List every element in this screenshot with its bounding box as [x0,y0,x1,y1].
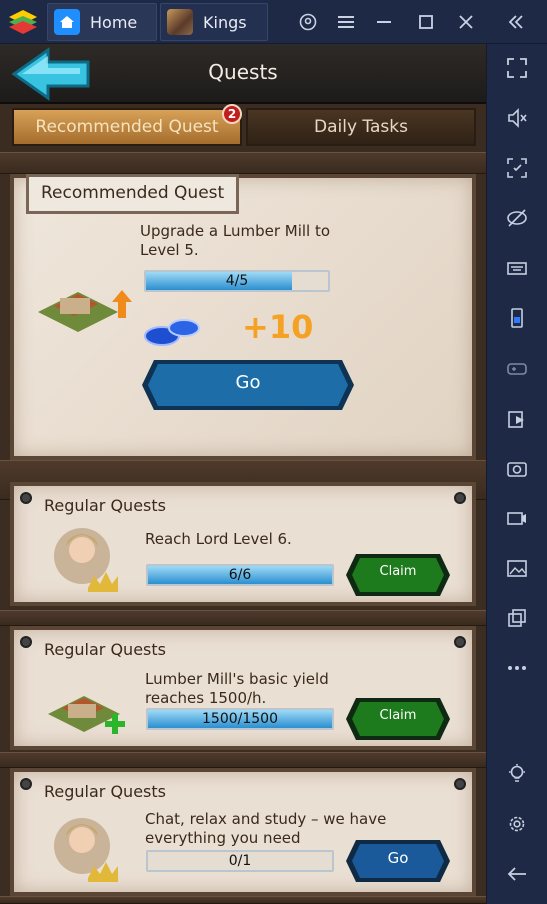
page-title: Quests [208,60,278,84]
bluestacks-logo-icon [9,10,37,34]
nail-icon [454,492,466,504]
tab-daily-tasks[interactable]: Daily Tasks [246,108,476,146]
regular-quest-card: Regular Quests Chat, relax and study – w… [10,768,476,896]
nail-icon [454,636,466,648]
go-button-label: Go [235,372,261,393]
screen-select-icon[interactable] [505,156,529,180]
quest-progress-text: 0/1 [228,853,252,869]
claim-button-label: Claim [379,564,417,579]
quest-progress-bar: 4/5 [144,270,330,292]
go-button[interactable]: Go [344,838,452,884]
quest-progress-text: 1500/1500 [202,711,278,727]
lord-portrait-icon [54,818,118,882]
tab-kings-label: Kings [203,12,247,32]
lumber-mill-add-icon [48,696,125,734]
lord-portrait-icon [54,528,118,592]
regular-quest-card: Regular Quests Reach Lord Level 6. 6/6 C… [10,482,476,606]
notification-badge: 2 [222,104,242,124]
fullscreen-icon[interactable] [505,56,529,80]
minimize-icon[interactable] [372,10,396,34]
go-button[interactable]: Go [140,358,356,412]
regular-quest-card: Regular Quests Lumber Mill's basic yield… [10,626,476,750]
quests-header: Quests [0,44,486,104]
gems-icon [144,319,200,346]
close-icon[interactable] [454,10,478,34]
tab-kings[interactable]: Kings [160,3,268,41]
nail-icon [454,778,466,790]
gamepad-icon[interactable] [505,356,529,380]
claim-button-label: Claim [379,708,417,723]
wood-divider [0,610,486,626]
recommended-quest-card: Recommended Quest Upgrade a Lumber Mill … [10,174,476,460]
go-button-label: Go [387,849,409,867]
quest-progress-text: 6/6 [228,567,252,583]
tab-recommended-label: Recommended Quest [35,117,219,137]
collapse-sidebar-icon[interactable] [504,10,528,34]
camera-icon[interactable] [505,456,529,480]
more-options-icon[interactable] [505,656,529,680]
settings-gear-icon[interactable] [505,812,529,836]
maximize-icon[interactable] [414,10,438,34]
quest-title: Regular Quests [44,640,166,659]
tab-home[interactable]: Home [47,3,157,41]
volume-mute-icon[interactable] [505,106,529,130]
lumber-mill-upgrade-icon [38,290,132,332]
menu-icon[interactable] [334,10,358,34]
tab-recommended-quest[interactable]: Recommended Quest 2 [12,104,242,146]
quest-progress-bar: 1500/1500 [146,708,334,730]
emulator-sidebar [486,44,547,904]
claim-button[interactable]: Claim [344,696,452,742]
quest-title: Regular Quests [44,782,166,801]
account-icon[interactable] [296,10,320,34]
quest-tabs: Recommended Quest 2 Daily Tasks [0,104,486,152]
quest-progress-bar: 0/1 [146,850,334,872]
wood-divider [0,896,486,904]
claim-button[interactable]: Claim [344,552,452,598]
quest-description: Upgrade a Lumber Mill to Level 5. [140,222,331,259]
quest-progress-text: 4/5 [225,273,249,289]
lightbulb-icon[interactable] [505,762,529,786]
kings-app-icon [167,9,193,35]
game-viewport: Quests Recommended Quest 2 Daily Tasks R… [0,44,486,904]
quest-title: Regular Quests [44,496,166,515]
apk-install-icon[interactable] [505,406,529,430]
reward-amount: +10 [242,308,314,346]
multi-instance-icon[interactable] [505,606,529,630]
wood-divider [0,152,486,174]
eye-slash-icon[interactable] [505,206,529,230]
phone-icon[interactable] [505,306,529,330]
tab-home-label: Home [90,12,138,32]
video-record-icon[interactable] [505,506,529,530]
gallery-icon[interactable] [505,556,529,580]
recommended-quest-label: Recommended Quest [26,174,240,214]
back-icon[interactable] [505,862,529,886]
tab-daily-label: Daily Tasks [314,117,408,137]
wood-divider [0,752,486,768]
nail-icon [20,492,32,504]
home-icon [54,9,80,35]
quest-progress-bar: 6/6 [146,564,334,586]
nail-icon [20,778,32,790]
keyboard-icon[interactable] [505,256,529,280]
window-titlebar: Home Kings [0,0,547,44]
quest-description: Reach Lord Level 6. [145,530,292,548]
nail-icon [20,636,32,648]
